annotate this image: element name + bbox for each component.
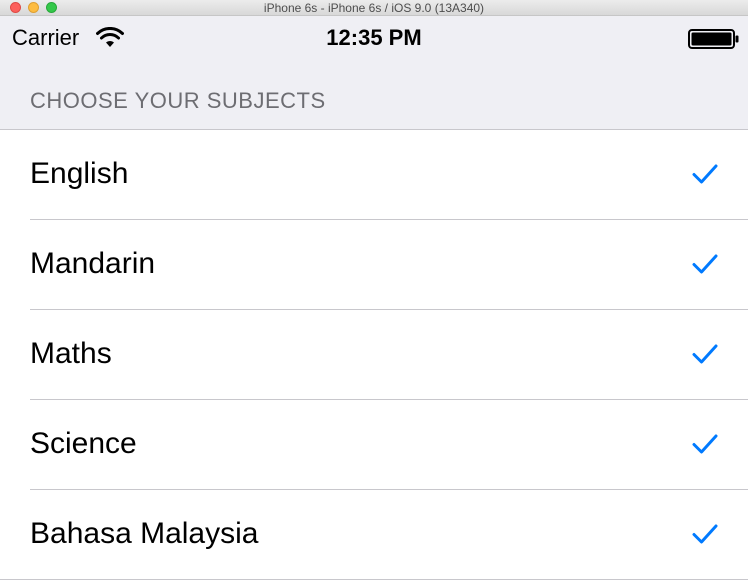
subject-label: Mandarin [30,247,156,280]
simulator-title-bar: iPhone 6s - iPhone 6s / iOS 9.0 (13A340) [0,0,748,16]
battery-icon [688,29,739,49]
status-bar: Carrier 12:35 PM [0,16,748,60]
subject-row-science[interactable]: Science [0,400,748,490]
window-title: iPhone 6s - iPhone 6s / iOS 9.0 (13A340) [263,1,485,15]
row-separator [0,579,748,580]
checkmark-icon [692,434,718,454]
checkmark-icon [692,164,718,184]
subject-row-maths[interactable]: Maths [0,310,748,400]
subject-row-bahasa-malaysia[interactable]: Bahasa Malaysia [0,490,748,580]
subject-row-mandarin[interactable]: Mandarin [0,220,748,310]
subject-label: Bahasa Malaysia [30,517,259,550]
subject-row-english[interactable]: English [0,130,748,220]
subject-label: Science [30,427,137,460]
clock: 12:35 PM [326,25,422,50]
checkmark-icon [692,344,718,364]
checkmark-icon [692,254,718,274]
subject-label: Maths [30,337,112,370]
checkmark-icon [692,524,718,544]
subjects-table: English Mandarin Maths Science Bahasa Ma… [0,129,748,581]
section-header: CHOOSE YOUR SUBJECTS [30,88,326,113]
subject-label: English [30,157,129,190]
